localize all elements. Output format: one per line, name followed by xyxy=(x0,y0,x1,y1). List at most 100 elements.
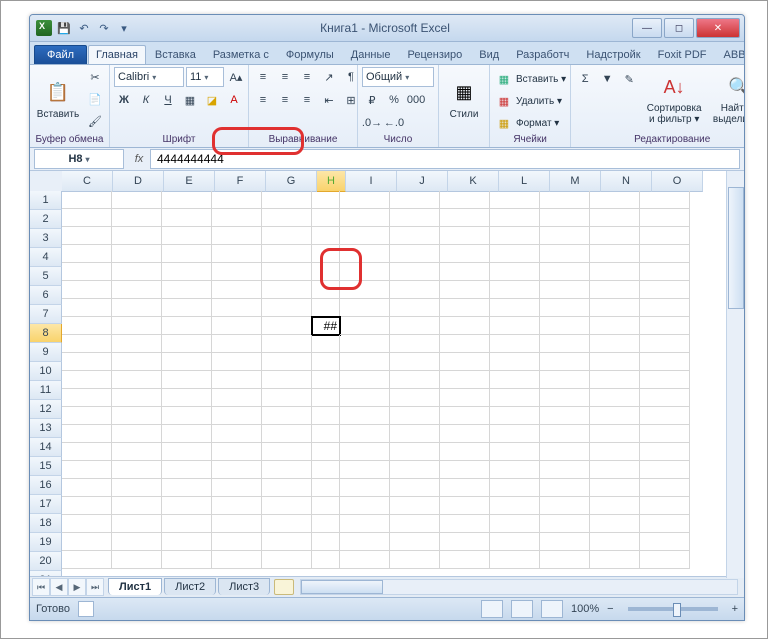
cell-H12[interactable] xyxy=(312,389,340,407)
cell-M10[interactable] xyxy=(540,353,590,371)
tab-abbyy-pdf[interactable]: ABBYY PDF xyxy=(716,45,745,64)
cell-N14[interactable] xyxy=(590,425,640,443)
column-header-D[interactable]: D xyxy=(113,171,164,192)
cell-F10[interactable] xyxy=(212,353,262,371)
sort-filter-button[interactable]: A↓ Сортировка и фильтр ▾ xyxy=(642,67,706,131)
cell-F11[interactable] xyxy=(212,371,262,389)
cell-N21[interactable] xyxy=(590,551,640,569)
find-select-button[interactable]: 🔍 Найти и выделить ▾ xyxy=(709,67,745,131)
cell-M12[interactable] xyxy=(540,389,590,407)
cell-E6[interactable] xyxy=(162,281,212,299)
cell-F21[interactable] xyxy=(212,551,262,569)
cell-I16[interactable] xyxy=(340,461,390,479)
cell-I19[interactable] xyxy=(340,515,390,533)
cell-N5[interactable] xyxy=(590,263,640,281)
cell-D11[interactable] xyxy=(112,371,162,389)
cell-N2[interactable] xyxy=(590,209,640,227)
cell-F9[interactable] xyxy=(212,335,262,353)
cell-K16[interactable] xyxy=(440,461,490,479)
formula-input[interactable]: 4444444444 xyxy=(150,149,740,169)
cell-J16[interactable] xyxy=(390,461,440,479)
cell-O12[interactable] xyxy=(640,389,690,407)
cell-G13[interactable] xyxy=(262,407,312,425)
qat-dropdown-icon[interactable]: ▾ xyxy=(116,20,132,36)
align-left-icon[interactable]: ≡ xyxy=(253,90,273,110)
cell-L6[interactable] xyxy=(490,281,540,299)
cell-M21[interactable] xyxy=(540,551,590,569)
cell-K13[interactable] xyxy=(440,407,490,425)
cell-J8[interactable] xyxy=(390,317,440,335)
cell-I10[interactable] xyxy=(340,353,390,371)
cell-O13[interactable] xyxy=(640,407,690,425)
cell-M14[interactable] xyxy=(540,425,590,443)
cell-M15[interactable] xyxy=(540,443,590,461)
cell-M7[interactable] xyxy=(540,299,590,317)
cell-D4[interactable] xyxy=(112,245,162,263)
cell-K17[interactable] xyxy=(440,479,490,497)
cell-E4[interactable] xyxy=(162,245,212,263)
cell-L11[interactable] xyxy=(490,371,540,389)
copy-button[interactable]: 📄 xyxy=(85,89,105,109)
cell-K21[interactable] xyxy=(440,551,490,569)
column-header-G[interactable]: G xyxy=(266,171,317,192)
save-icon[interactable]: 💾 xyxy=(56,20,72,36)
cell-E11[interactable] xyxy=(162,371,212,389)
cell-F5[interactable] xyxy=(212,263,262,281)
cell-H17[interactable] xyxy=(312,479,340,497)
macro-record-icon[interactable] xyxy=(78,601,94,617)
row-header-8[interactable]: 8 xyxy=(30,324,62,343)
cell-F3[interactable] xyxy=(212,227,262,245)
row-header-13[interactable]: 13 xyxy=(30,419,62,438)
align-right-icon[interactable]: ≡ xyxy=(297,90,317,110)
cell-I1[interactable] xyxy=(340,191,390,209)
horizontal-scrollbar[interactable] xyxy=(300,579,738,595)
cell-H4[interactable] xyxy=(312,245,340,263)
cell-I18[interactable] xyxy=(340,497,390,515)
column-header-K[interactable]: K xyxy=(448,171,499,192)
cell-G15[interactable] xyxy=(262,443,312,461)
cell-J9[interactable] xyxy=(390,335,440,353)
cell-C10[interactable] xyxy=(62,353,112,371)
cell-L18[interactable] xyxy=(490,497,540,515)
cell-L17[interactable] xyxy=(490,479,540,497)
cell-F17[interactable] xyxy=(212,479,262,497)
cell-M1[interactable] xyxy=(540,191,590,209)
tab-insert[interactable]: Вставка xyxy=(147,45,204,64)
autosum-icon[interactable]: Σ xyxy=(575,69,595,89)
cell-G1[interactable] xyxy=(262,191,312,209)
sheet-tab-1[interactable]: Лист1 xyxy=(108,578,162,595)
cell-K3[interactable] xyxy=(440,227,490,245)
cell-L5[interactable] xyxy=(490,263,540,281)
align-top-icon[interactable]: ≡ xyxy=(253,67,273,87)
cell-H15[interactable] xyxy=(312,443,340,461)
cell-E10[interactable] xyxy=(162,353,212,371)
cell-N3[interactable] xyxy=(590,227,640,245)
cell-D8[interactable] xyxy=(112,317,162,335)
tab-addins[interactable]: Надстройк xyxy=(578,45,648,64)
cell-H21[interactable] xyxy=(312,551,340,569)
cell-D16[interactable] xyxy=(112,461,162,479)
cell-I15[interactable] xyxy=(340,443,390,461)
cell-F7[interactable] xyxy=(212,299,262,317)
column-header-H[interactable]: H xyxy=(317,171,346,192)
cell-I13[interactable] xyxy=(340,407,390,425)
cell-J7[interactable] xyxy=(390,299,440,317)
font-color-button[interactable]: A xyxy=(224,90,244,110)
cell-M16[interactable] xyxy=(540,461,590,479)
cell-I11[interactable] xyxy=(340,371,390,389)
cell-C18[interactable] xyxy=(62,497,112,515)
cell-J5[interactable] xyxy=(390,263,440,281)
fill-color-button[interactable]: ◪ xyxy=(202,90,222,110)
cell-E2[interactable] xyxy=(162,209,212,227)
cell-F16[interactable] xyxy=(212,461,262,479)
fill-icon[interactable]: ▼ xyxy=(597,69,617,89)
cell-C11[interactable] xyxy=(62,371,112,389)
format-cell-button[interactable]: Формат ▾ xyxy=(516,118,559,129)
column-header-M[interactable]: M xyxy=(550,171,601,192)
cell-O19[interactable] xyxy=(640,515,690,533)
number-format-combo[interactable]: Общий▾ xyxy=(362,67,434,87)
cell-O8[interactable] xyxy=(640,317,690,335)
cell-I20[interactable] xyxy=(340,533,390,551)
cell-E3[interactable] xyxy=(162,227,212,245)
cell-C9[interactable] xyxy=(62,335,112,353)
